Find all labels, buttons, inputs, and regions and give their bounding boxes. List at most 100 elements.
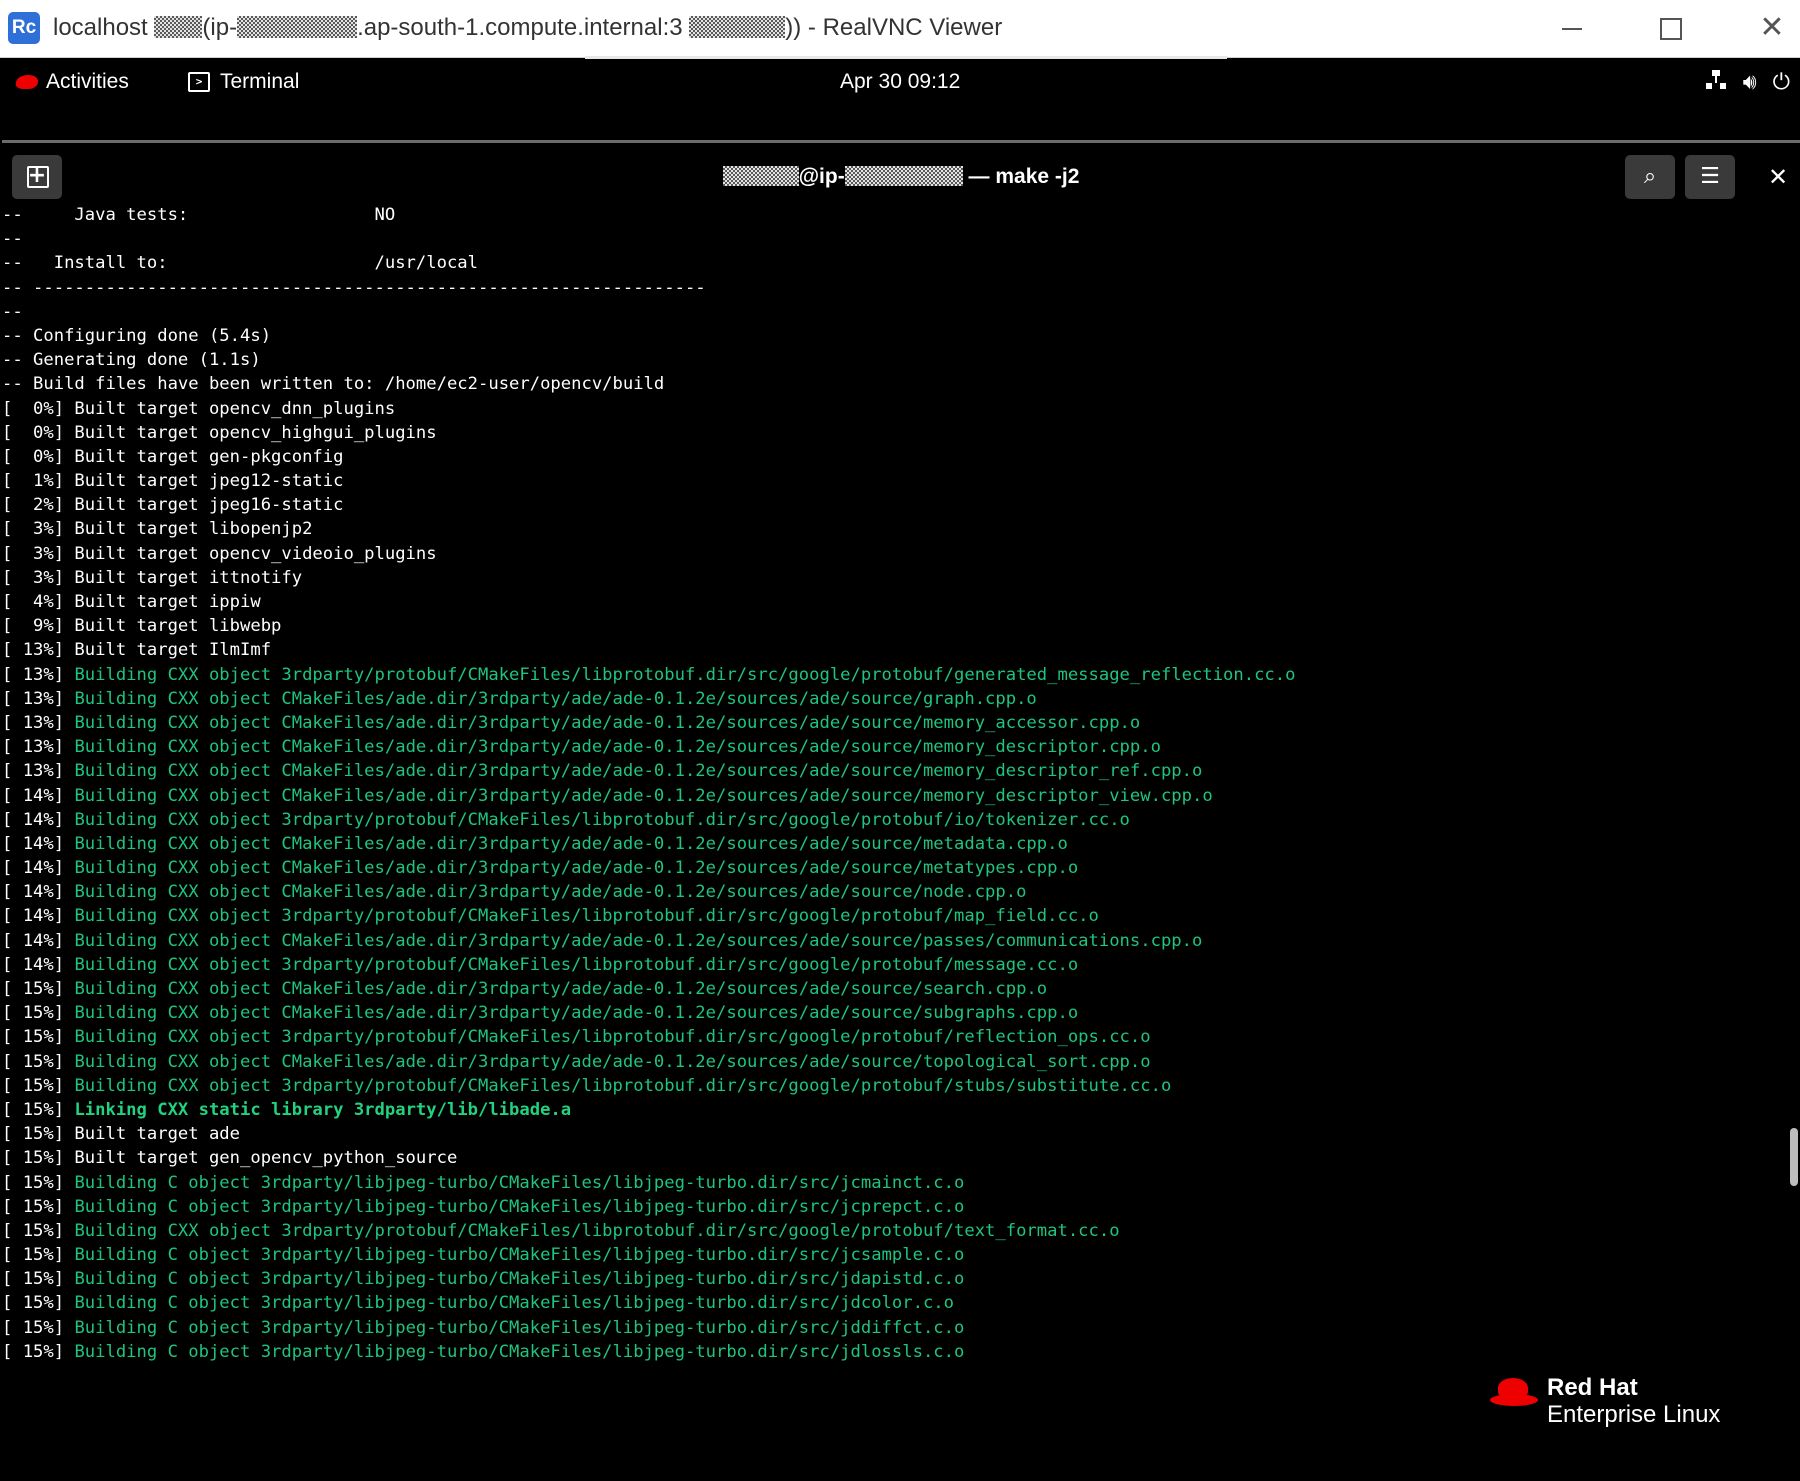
gnome-top-bar: Activities > Terminal Apr 30 09:12 🔊︎ ⏻	[0, 59, 1800, 104]
terminal-line: [ 0%] Built target gen-pkgconfig	[2, 445, 1782, 469]
realvnc-logo-icon: Rc	[8, 12, 40, 44]
line-prefix: [ 15%]	[2, 1220, 75, 1241]
terminal-line: -- -------------------------------------…	[2, 276, 1782, 300]
line-prefix: -- Java tests: NO	[2, 205, 396, 225]
activities-button[interactable]: Activities	[14, 67, 129, 97]
redacted-block	[722, 166, 799, 186]
terminal-line: [ 15%] Building CXX object 3rdparty/prot…	[2, 1025, 1782, 1049]
minimize-icon[interactable]	[1552, 10, 1592, 46]
terminal-line: [ 13%] Building CXX object CMakeFiles/ad…	[2, 687, 1782, 711]
terminal-line: [ 14%] Building CXX object CMakeFiles/ad…	[2, 880, 1782, 904]
line-prefix: [ 15%]	[2, 1099, 75, 1120]
line-message: Building CXX object CMakeFiles/ade.dir/3…	[74, 979, 1048, 999]
line-message: Building CXX object 3rdparty/protobuf/CM…	[74, 1027, 1151, 1048]
line-prefix: [ 0%] Built target gen-pkgconfig	[2, 446, 344, 467]
terminal-line: [ 15%] Building CXX object CMakeFiles/ad…	[2, 1050, 1782, 1074]
vnc-window-title: localhost (ip- .ap-south-1.compute.intern…	[53, 11, 1002, 45]
terminal-line: [ 15%] Building C object 3rdparty/libjpe…	[2, 1316, 1782, 1340]
close-terminal-icon[interactable]: ✕	[1758, 155, 1798, 199]
line-prefix: -- Generating done (1.1s)	[2, 350, 261, 371]
redacted-block	[237, 16, 358, 38]
line-prefix: [ 13%]	[2, 761, 75, 782]
line-message: Building CXX object CMakeFiles/ade.dir/3…	[74, 761, 1203, 782]
terminal-window: + @ip- — make -j2 ⌕ ☰ ✕ -- Java tests: N…	[2, 140, 1800, 1481]
line-prefix: [ 0%] Built target opencv_dnn_plugins	[2, 398, 396, 419]
menu-button[interactable]: ☰	[1685, 155, 1735, 199]
terminal-line: [ 14%] Building CXX object CMakeFiles/ad…	[2, 929, 1782, 953]
redhat-logo-icon	[1490, 1378, 1538, 1408]
network-icon	[1705, 69, 1727, 91]
line-prefix: [ 14%]	[2, 785, 75, 806]
line-prefix: [ 15%]	[2, 1293, 75, 1314]
power-icon: ⏻	[1772, 69, 1790, 94]
terminal-line: [ 14%] Building CXX object CMakeFiles/ad…	[2, 856, 1782, 880]
terminal-line: -- Install to: /usr/local	[2, 251, 1782, 275]
line-message: Building C object 3rdparty/libjpeg-turbo…	[74, 1269, 965, 1290]
terminal-line: [ 15%] Building C object 3rdparty/libjpe…	[2, 1267, 1782, 1291]
line-message: Building CXX object 3rdparty/protobuf/CM…	[74, 1075, 1172, 1096]
terminal-line: [ 13%] Building CXX object CMakeFiles/ad…	[2, 759, 1782, 783]
line-message: Building CXX object CMakeFiles/ade.dir/3…	[74, 1003, 1079, 1024]
line-prefix: [ 14%]	[2, 882, 75, 903]
line-prefix: [ 14%]	[2, 833, 75, 854]
vnc-titlebar: Rc localhost (ip- .ap-south-1.compute.int…	[0, 0, 1800, 58]
system-tray[interactable]: 🔊︎ ⏻	[1705, 69, 1790, 95]
line-prefix: [ 15%]	[2, 1003, 75, 1024]
terminal-output[interactable]: -- Java tests: NO -- -- Install to: /usr/l…	[2, 203, 1782, 1363]
hamburger-menu-icon: ☰	[1700, 164, 1720, 189]
terminal-line: -- Configuring done (5.4s)	[2, 324, 1782, 348]
redacted-block	[844, 166, 963, 186]
line-prefix: [ 14%]	[2, 930, 75, 951]
line-prefix: -- Build files have been written to: /ho…	[2, 374, 665, 395]
logo-line2: Enterprise Linux	[1547, 1401, 1721, 1428]
search-icon: ⌕	[1643, 164, 1657, 189]
terminal-line: [ 15%] Building CXX object 3rdparty/prot…	[2, 1074, 1782, 1098]
scrollbar-thumb[interactable]	[1790, 1128, 1798, 1186]
line-prefix: [ 15%]	[2, 1075, 75, 1096]
terminal-line: [ 15%] Building CXX object 3rdparty/prot…	[2, 1219, 1782, 1243]
line-message: Building CXX object CMakeFiles/ade.dir/3…	[74, 712, 1141, 733]
line-prefix: [ 15%]	[2, 1245, 75, 1266]
terminal-line: [ 15%] Building C object 3rdparty/libjpe…	[2, 1195, 1782, 1219]
line-prefix: -- Configuring done (5.4s)	[2, 325, 272, 346]
terminal-line: [ 15%] Building C object 3rdparty/libjpe…	[2, 1243, 1782, 1267]
terminal-line: [ 4%] Built target ippiw	[2, 590, 1782, 614]
line-message: Building C object 3rdparty/libjpeg-turbo…	[74, 1196, 965, 1217]
line-prefix: [ 13%]	[2, 688, 75, 709]
line-prefix: [ 15%] Built target ade	[2, 1124, 240, 1145]
terminal-line: [ 14%] Building CXX object 3rdparty/prot…	[2, 904, 1782, 928]
terminal-line: [ 0%] Built target opencv_highgui_plugin…	[2, 421, 1782, 445]
terminal-headerbar: + @ip- — make -j2 ⌕ ☰ ✕	[2, 143, 1800, 199]
volume-icon: 🔊︎	[1742, 69, 1757, 94]
line-prefix: [ 14%]	[2, 858, 75, 879]
line-message: Building CXX object 3rdparty/protobuf/CM…	[74, 664, 1296, 685]
terminal-line: [ 15%] Built target gen_opencv_python_so…	[2, 1146, 1782, 1170]
redacted-block	[689, 16, 786, 38]
clock[interactable]: Apr 30 09:12	[840, 67, 960, 97]
terminal-line: [ 14%] Building CXX object CMakeFiles/ad…	[2, 784, 1782, 808]
redhat-enterprise-linux-logo: Red Hat Enterprise Linux	[1490, 1374, 1750, 1434]
line-message: Building CXX object CMakeFiles/ade.dir/3…	[74, 882, 1027, 903]
line-prefix: [ 3%] Built target libopenjp2	[2, 519, 313, 540]
line-prefix: [ 13%]	[2, 664, 75, 685]
terminal-line: [ 14%] Building CXX object CMakeFiles/ad…	[2, 832, 1782, 856]
terminal-line: [ 0%] Built target opencv_dnn_plugins	[2, 397, 1782, 421]
line-message: Building CXX object CMakeFiles/ade.dir/3…	[74, 688, 1037, 709]
terminal-app-menu[interactable]: > Terminal	[188, 67, 299, 97]
line-message: Building CXX object CMakeFiles/ade.dir/3…	[74, 858, 1079, 879]
line-prefix: --	[2, 229, 23, 250]
close-icon[interactable]: ✕	[1752, 10, 1792, 46]
maximize-icon[interactable]	[1650, 10, 1690, 46]
line-message: Building C object 3rdparty/libjpeg-turbo…	[74, 1245, 965, 1266]
line-prefix: [ 13%] Built target IlmImf	[2, 640, 272, 661]
terminal-line: -- Generating done (1.1s)	[2, 348, 1782, 372]
line-prefix: [ 1%] Built target jpeg12-static	[2, 471, 344, 492]
title-host: .ap-south-1.compute.internal:3	[357, 14, 683, 41]
terminal-line: [ 13%] Building CXX object CMakeFiles/ad…	[2, 711, 1782, 735]
terminal-line: -- Java tests: NO	[2, 203, 1782, 227]
line-prefix: [ 15%]	[2, 1317, 75, 1338]
terminal-icon: >	[188, 72, 210, 92]
title-mid: (ip-	[202, 14, 238, 41]
search-button[interactable]: ⌕	[1625, 155, 1675, 199]
line-message: Building CXX object 3rdparty/protobuf/CM…	[74, 906, 1099, 927]
